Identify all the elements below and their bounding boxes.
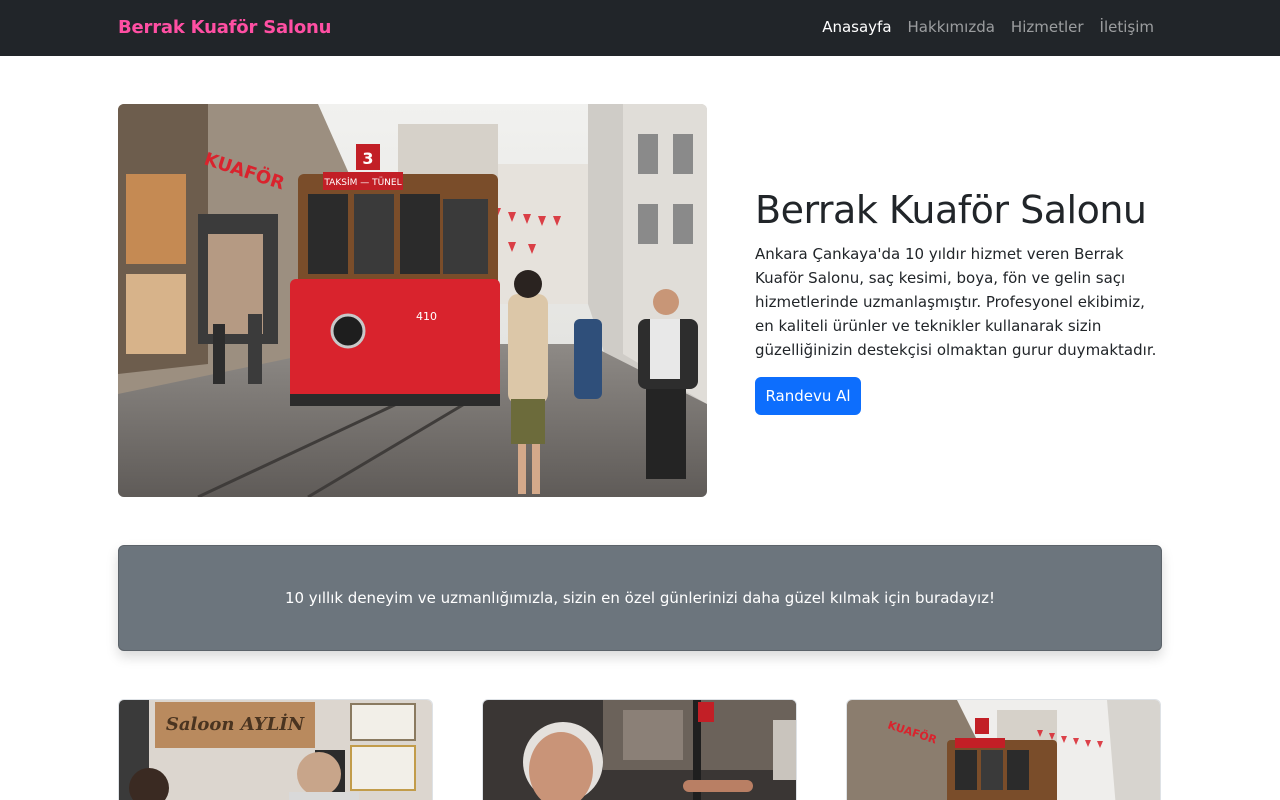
nav-menu: Anasayfa Hakkımızda Hizmetler İletişim (822, 18, 1154, 36)
nav-item-iletisim[interactable]: İletişim (1100, 18, 1154, 36)
card-image-barber (482, 699, 797, 800)
tram-number-sign: 3 (362, 149, 373, 168)
salon-sign-text: Saloon AYLİN (166, 712, 306, 735)
hero-image: KUAFÖR TAKSİM — TÜNEL 3 410 (118, 104, 707, 497)
tram-route-sign: TAKSİM — TÜNEL (323, 177, 401, 188)
card-image-street: KUAFÖR (846, 699, 1161, 800)
nav-item-hakkimizda[interactable]: Hakkımızda (908, 18, 995, 36)
brand-logo-link[interactable]: Berrak Kuaför Salonu (118, 17, 331, 38)
hero-title: Berrak Kuaför Salonu (755, 188, 1147, 232)
tram-id-label: 410 (416, 310, 437, 323)
card-image-salon: Saloon AYLİN (118, 699, 433, 800)
appointment-button[interactable]: Randevu Al (755, 377, 861, 415)
nav-item-hizmetler[interactable]: Hizmetler (1011, 18, 1084, 36)
navbar: Berrak Kuaför Salonu Anasayfa Hakkımızda… (0, 0, 1280, 56)
callout-banner: 10 yıllık deneyim ve uzmanlığımızla, siz… (118, 545, 1162, 651)
hero-description: Ankara Çankaya'da 10 yıldır hizmet veren… (755, 245, 1157, 359)
callout-text: 10 yıllık deneyim ve uzmanlığımızla, siz… (284, 589, 996, 607)
nav-item-anasayfa[interactable]: Anasayfa (822, 18, 891, 36)
